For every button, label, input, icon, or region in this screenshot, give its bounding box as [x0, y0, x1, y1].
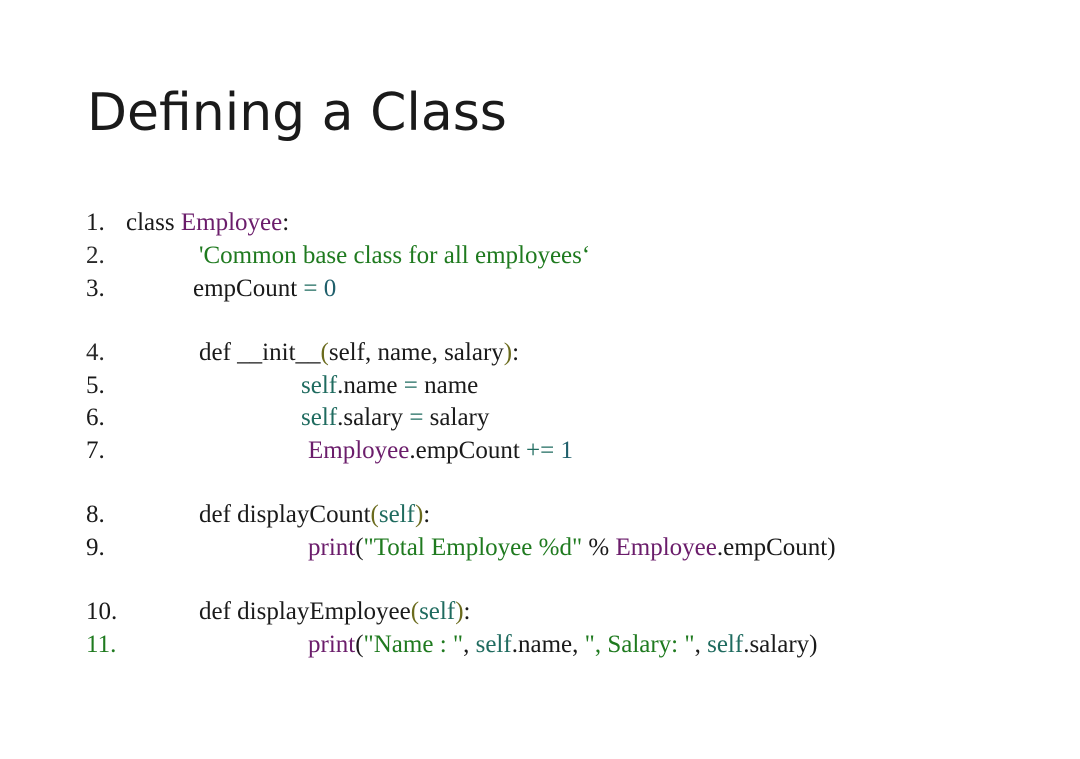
code-token: salary — [423, 404, 490, 431]
code-token: class — [126, 209, 181, 236]
slide: Defining a Class 1. class Employee: 2. 'Com… — [0, 0, 1080, 759]
code-token: .salary — [337, 404, 410, 431]
code-line: 11. print("Name : ", self.name, ", Salary… — [0, 628, 1080, 661]
code-token: __init__ — [237, 339, 321, 366]
code-line: 1. class Employee: — [0, 206, 1080, 239]
line-number: 11. — [86, 631, 117, 658]
code-token: self, name, salary — [328, 339, 504, 366]
code-token: ( — [410, 598, 420, 625]
line-number: 7. — [86, 437, 105, 464]
code-token: Employee — [180, 209, 283, 236]
code-token: name — [417, 372, 479, 399]
code-token: .name — [337, 372, 404, 399]
code-token: % — [582, 534, 616, 561]
code-token: 'Common base class for all employees‘ — [199, 242, 591, 269]
code-token: ", Salary: " — [584, 631, 695, 658]
code-line: 4. def __init__(self, name, salary): — [0, 336, 1080, 369]
line-number: 10. — [86, 598, 118, 625]
line-number: 3. — [86, 275, 105, 302]
code-text: print("Name : ", self.name, ", Salary: "… — [308, 628, 817, 661]
line-number: 6. — [86, 404, 105, 431]
line-number: 2. — [86, 242, 105, 269]
code-token: : — [282, 209, 290, 236]
code-text: empCount = 0 — [193, 272, 336, 305]
code-token: ( — [370, 501, 379, 528]
code-text: def __init__(self, name, salary): — [199, 336, 519, 369]
code-text: def displayEmployee(self): — [199, 595, 470, 628]
line-number: 8. — [86, 501, 105, 528]
code-token: = — [403, 372, 418, 399]
line-number: 1. — [86, 209, 105, 236]
code-line: 5. self.name = name — [0, 369, 1080, 402]
code-token: ) — [455, 598, 464, 625]
code-token: 0 — [317, 275, 337, 302]
code-token: = — [409, 404, 424, 431]
code-token: .empCount) — [716, 534, 836, 561]
code-token: Employee — [308, 437, 410, 464]
code-token: : — [463, 598, 471, 625]
code-token: .salary) — [743, 631, 818, 658]
code-token: .name, — [511, 631, 585, 658]
code-token: def — [199, 598, 238, 625]
code-token: self — [707, 631, 744, 658]
code-token: , — [463, 631, 476, 658]
code-text: Employee.empCount += 1 — [308, 434, 573, 467]
code-token: ( — [320, 339, 329, 366]
code-token: .empCount — [409, 437, 527, 464]
code-text: def displayCount(self): — [199, 498, 430, 531]
code-token: def — [199, 501, 238, 528]
line-number: 4. — [86, 339, 105, 366]
code-line: 10. def displayEmployee(self): — [0, 595, 1080, 628]
code-token: ( — [355, 534, 364, 561]
line-number: 9. — [86, 534, 105, 561]
code-token: ( — [355, 631, 364, 658]
code-token: += — [526, 437, 555, 464]
code-text: self.salary = salary — [301, 401, 489, 434]
code-line: 6. self.salary = salary — [0, 401, 1080, 434]
code-line: 9. print("Total Employee %d" % Employee.e… — [0, 531, 1080, 564]
code-text: self.name = name — [301, 369, 478, 402]
code-text: 'Common base class for all employees‘ — [199, 239, 590, 272]
code-token: print — [308, 631, 356, 658]
slide-title: Defining a Class — [87, 83, 507, 143]
code-token: self — [301, 404, 338, 431]
code-token: = — [303, 275, 318, 302]
code-token: self — [378, 501, 415, 528]
code-line: 7. Employee.empCount += 1 — [0, 434, 1080, 467]
code-token: displayCount — [237, 501, 371, 528]
code-line: 3. empCount = 0 — [0, 272, 1080, 305]
code-token: self — [419, 598, 456, 625]
code-token: , — [694, 631, 708, 658]
line-number: 5. — [86, 372, 105, 399]
code-token: 1 — [554, 437, 573, 464]
code-token: : — [423, 501, 431, 528]
code-text: class Employee: — [126, 206, 289, 239]
code-token: empCount — [193, 275, 304, 302]
code-line: 2. 'Common base class for all employees‘ — [0, 239, 1080, 272]
code-token: "Name : " — [363, 631, 464, 658]
code-token: self — [475, 631, 512, 658]
code-token: displayEmployee — [237, 598, 411, 625]
code-token: ) — [503, 339, 513, 366]
code-line: 8. def displayCount(self): — [0, 498, 1080, 531]
code-text: print("Total Employee %d" % Employee.emp… — [308, 531, 836, 564]
code-token: Employee — [615, 534, 717, 561]
code-token: self — [301, 372, 338, 399]
code-token: def — [199, 339, 238, 366]
code-token: print — [308, 534, 356, 561]
code-token: "Total Employee %d" — [363, 534, 583, 561]
code-token: : — [512, 339, 520, 366]
